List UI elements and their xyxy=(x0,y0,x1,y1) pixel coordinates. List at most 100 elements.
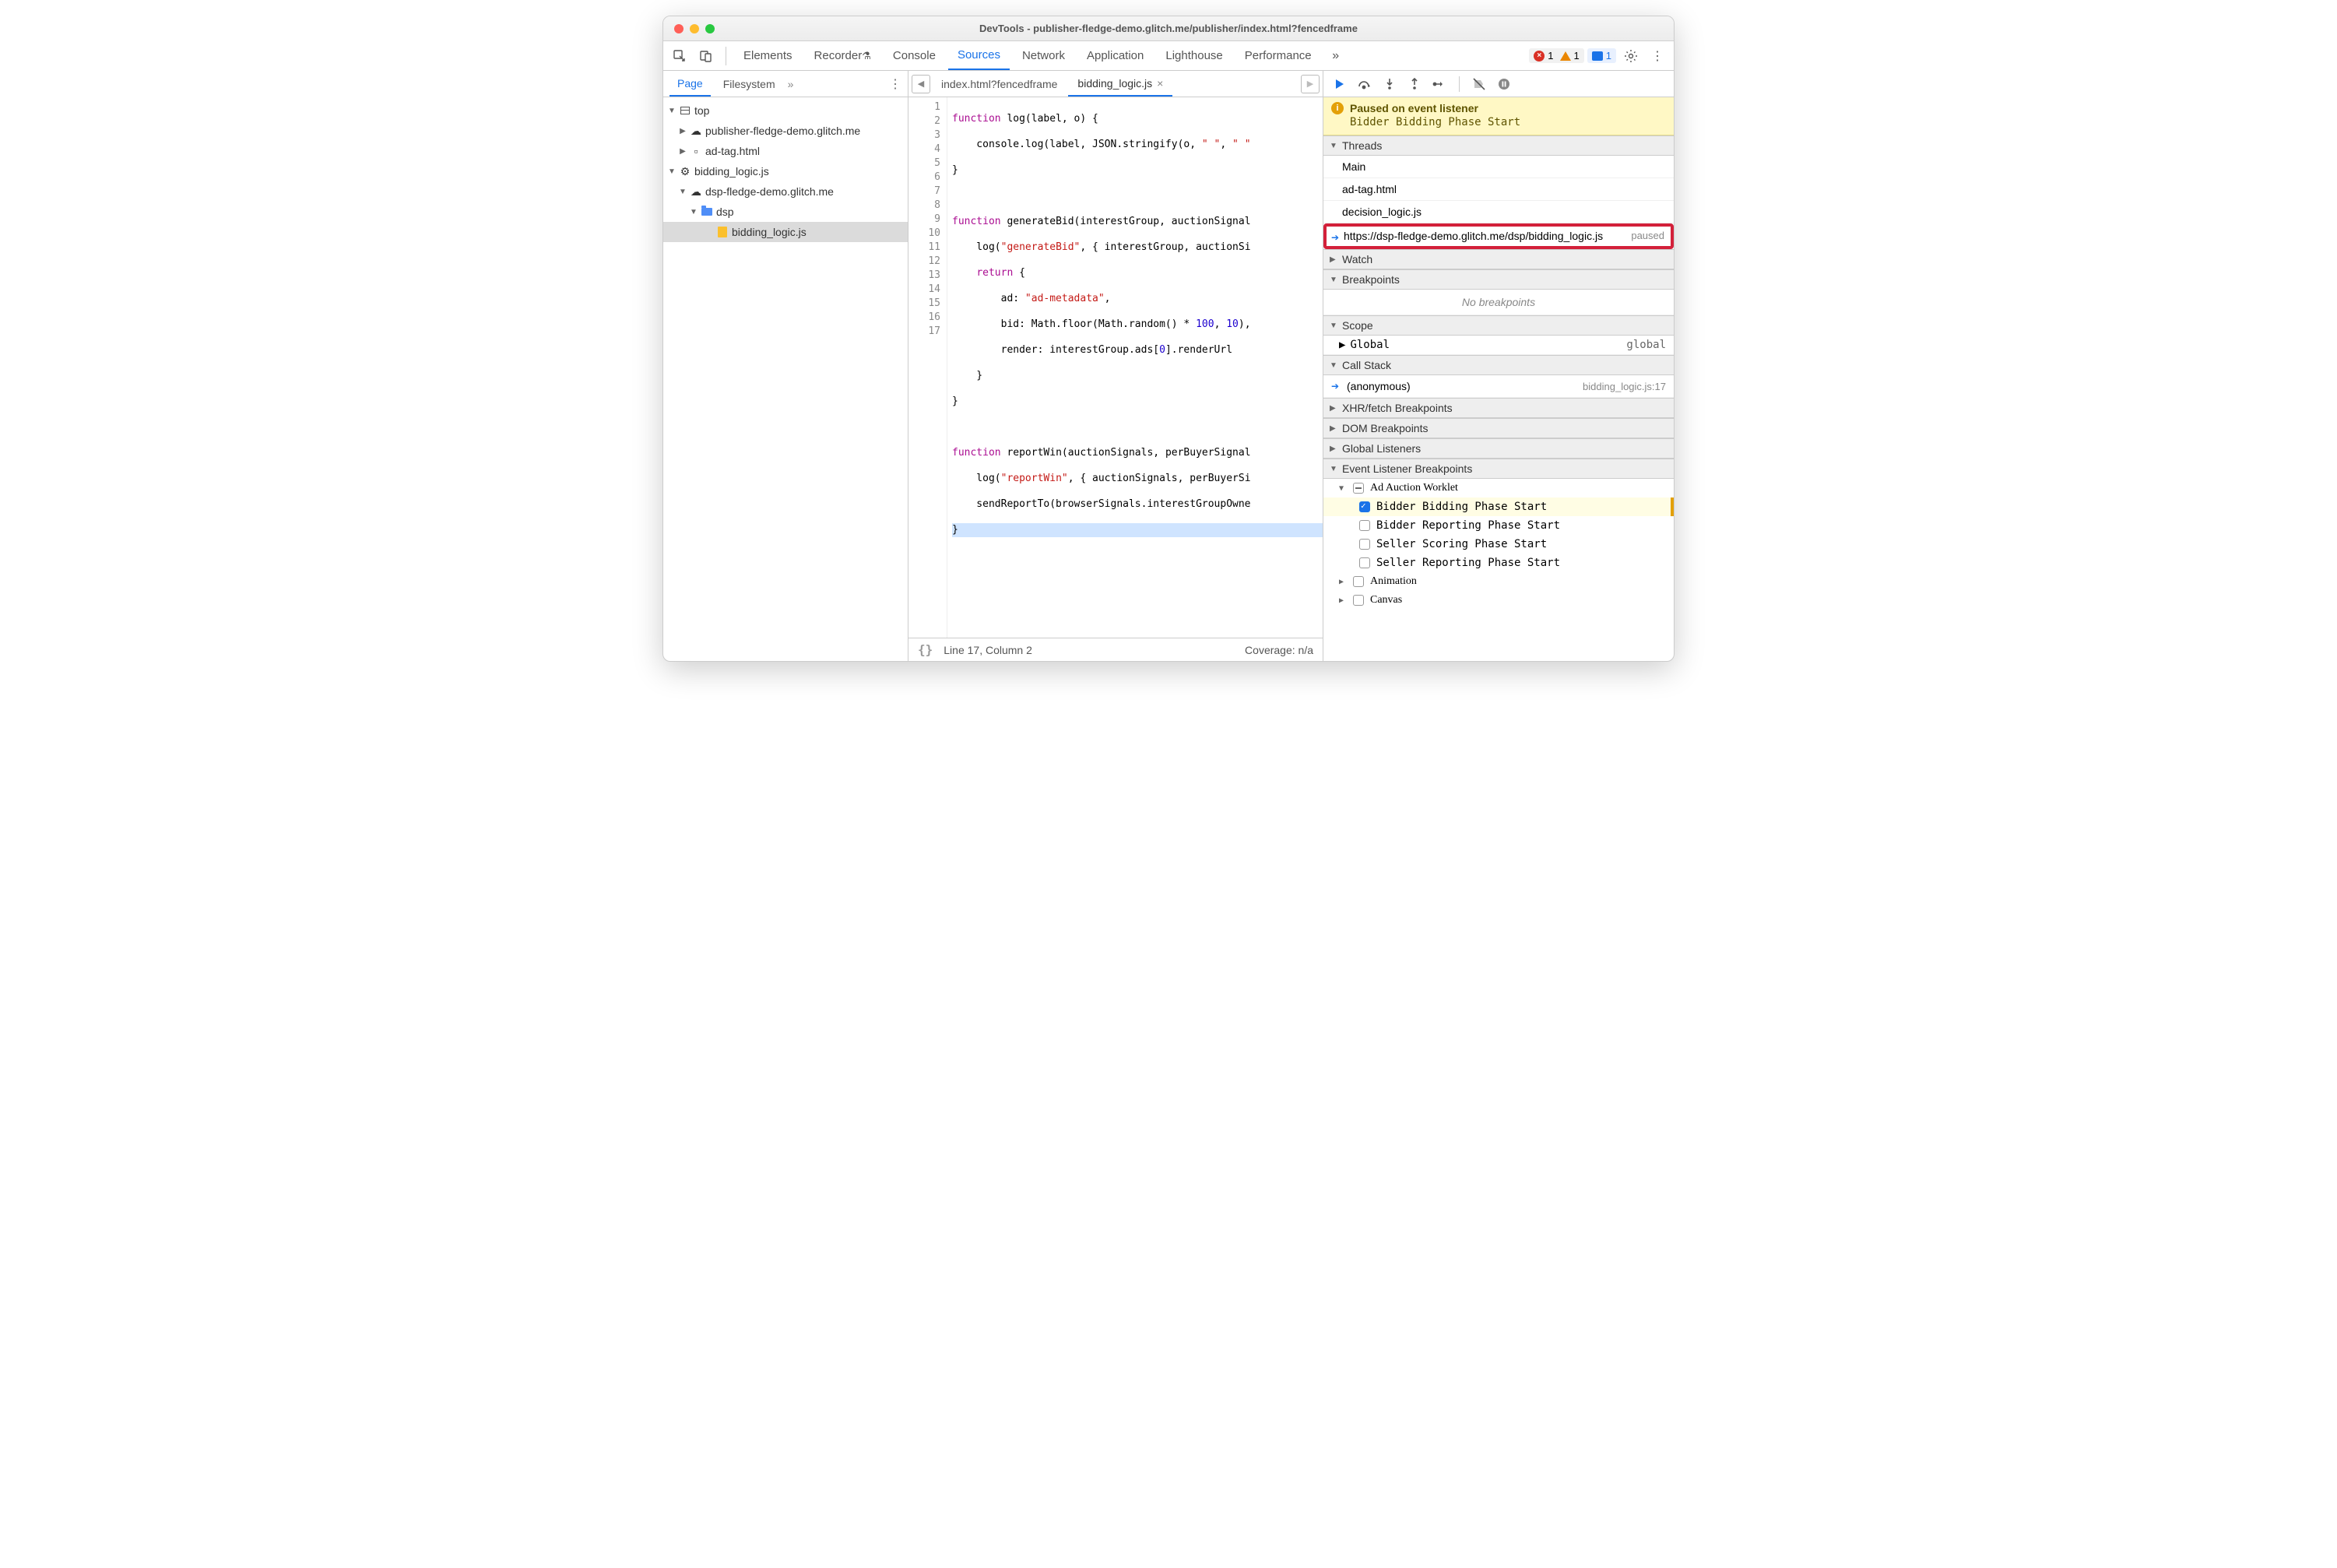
close-tab-icon[interactable]: × xyxy=(1157,77,1163,90)
tree-origin-dsp[interactable]: ▼☁dsp-fledge-demo.glitch.me xyxy=(663,181,908,202)
tab-console[interactable]: Console xyxy=(884,41,945,70)
paused-title: Paused on event listener xyxy=(1350,102,1478,114)
tree-origin-publisher[interactable]: ▶☁publisher-fledge-demo.glitch.me xyxy=(663,121,908,141)
thread-status: paused xyxy=(1631,230,1664,241)
warning-icon xyxy=(1560,51,1571,61)
tab-application[interactable]: Application xyxy=(1077,41,1153,70)
content: Page Filesystem » ⋮ ▼top ▶☁publisher-fle… xyxy=(663,71,1674,661)
evl-seller-reporting-start[interactable]: Seller Reporting Phase Start xyxy=(1323,554,1674,572)
main-tabstrip: Elements Recorder ⚗ Console Sources Netw… xyxy=(663,41,1674,71)
issues-badge[interactable]: 1 xyxy=(1587,48,1616,63)
debugger-toolbar xyxy=(1323,71,1674,97)
thread-main[interactable]: Main xyxy=(1323,156,1674,178)
more-sidebar-tabs-icon[interactable]: » xyxy=(788,78,794,90)
cloud-icon: ☁ xyxy=(690,185,702,199)
section-threads[interactable]: ▼Threads xyxy=(1323,135,1674,156)
thread-bidding-highlighted[interactable]: ➔ https://dsp-fledge-demo.glitch.me/dsp/… xyxy=(1325,225,1672,248)
sidebar-tab-filesystem[interactable]: Filesystem xyxy=(715,71,783,97)
code-content[interactable]: function log(label, o) { console.log(lab… xyxy=(947,97,1323,638)
editor-tab-index[interactable]: index.html?fencedframe xyxy=(932,71,1067,97)
paused-banner: i Paused on event listener Bidder Bidding… xyxy=(1323,97,1674,135)
evl-seller-scoring-start[interactable]: Seller Scoring Phase Start xyxy=(1323,535,1674,554)
error-badge[interactable]: ×1 1 xyxy=(1529,48,1583,63)
editor-tab-bidding[interactable]: bidding_logic.js× xyxy=(1068,71,1172,97)
resume-icon[interactable] xyxy=(1331,76,1348,93)
tab-performance[interactable]: Performance xyxy=(1235,41,1321,70)
section-global-listeners[interactable]: ▶Global Listeners xyxy=(1323,438,1674,459)
tab-network[interactable]: Network xyxy=(1013,41,1074,70)
callstack-fn: (anonymous) xyxy=(1347,380,1411,392)
cursor-position: Line 17, Column 2 xyxy=(944,644,1032,656)
section-xhr[interactable]: ▶XHR/fetch Breakpoints xyxy=(1323,398,1674,418)
js-file-icon xyxy=(718,227,727,237)
tree-top[interactable]: ▼top xyxy=(663,100,908,121)
sidebar-kebab-icon[interactable]: ⋮ xyxy=(889,76,901,92)
gears-icon: ⚙ xyxy=(679,165,691,178)
paused-detail: Bidder Bidding Phase Start xyxy=(1350,116,1666,128)
line-gutter: 1234567891011121314151617 xyxy=(908,97,947,638)
checkbox-icon[interactable] xyxy=(1353,595,1364,606)
current-thread-pointer-icon: ➔ xyxy=(1331,232,1339,243)
inspect-element-icon[interactable] xyxy=(668,44,691,68)
step-over-icon[interactable] xyxy=(1356,76,1373,93)
evl-group-canvas[interactable]: ▶Canvas xyxy=(1323,591,1674,610)
step-into-icon[interactable] xyxy=(1381,76,1398,93)
file-tree: ▼top ▶☁publisher-fledge-demo.glitch.me ▶… xyxy=(663,97,908,661)
tree-worklet[interactable]: ▼⚙bidding_logic.js xyxy=(663,161,908,181)
sidebar-tab-page[interactable]: Page xyxy=(669,71,711,97)
debugger-pane: i Paused on event listener Bidder Bidding… xyxy=(1323,71,1674,661)
tab-elements[interactable]: Elements xyxy=(734,41,802,70)
tree-file-adtag[interactable]: ▶▫ad-tag.html xyxy=(663,141,908,161)
checkbox-mixed-icon[interactable] xyxy=(1353,483,1364,494)
evl-group-adauction[interactable]: ▼Ad Auction Worklet xyxy=(1323,479,1674,497)
scope-global[interactable]: ▶Globalglobal xyxy=(1323,336,1674,355)
nav-back-icon[interactable]: ◀ xyxy=(912,75,930,93)
code-editor[interactable]: 1234567891011121314151617 function log(l… xyxy=(908,97,1323,638)
tab-recorder[interactable]: Recorder ⚗ xyxy=(805,41,880,70)
flask-icon: ⚗ xyxy=(862,50,871,62)
section-dom[interactable]: ▶DOM Breakpoints xyxy=(1323,418,1674,438)
window-title: DevTools - publisher-fledge-demo.glitch.… xyxy=(663,23,1674,34)
more-tabs-icon[interactable]: » xyxy=(1324,44,1348,68)
evl-group-animation[interactable]: ▶Animation xyxy=(1323,572,1674,591)
tab-sources[interactable]: Sources xyxy=(948,41,1010,70)
section-watch[interactable]: ▶Watch xyxy=(1323,249,1674,269)
pause-exceptions-icon[interactable] xyxy=(1495,76,1513,93)
section-callstack[interactable]: ▼Call Stack xyxy=(1323,355,1674,375)
section-scope[interactable]: ▼Scope xyxy=(1323,315,1674,336)
sidebar-tabs: Page Filesystem » ⋮ xyxy=(663,71,908,97)
evl-bidder-bidding-start[interactable]: Bidder Bidding Phase Start xyxy=(1323,497,1674,516)
pretty-print-icon[interactable]: {} xyxy=(918,642,933,657)
nav-forward-icon[interactable]: ▶ xyxy=(1301,75,1320,93)
settings-icon[interactable] xyxy=(1619,44,1643,68)
info-icon: i xyxy=(1331,102,1344,114)
checkbox-icon[interactable] xyxy=(1359,520,1370,531)
evl-bidder-reporting-start[interactable]: Bidder Reporting Phase Start xyxy=(1323,516,1674,535)
titlebar: DevTools - publisher-fledge-demo.glitch.… xyxy=(663,16,1674,41)
checkbox-icon[interactable] xyxy=(1359,539,1370,550)
tree-file-bidding[interactable]: bidding_logic.js xyxy=(663,222,908,242)
folder-icon xyxy=(701,208,712,216)
thread-label: https://dsp-fledge-demo.glitch.me/dsp/bi… xyxy=(1344,230,1603,242)
checkbox-checked-icon[interactable] xyxy=(1359,501,1370,512)
thread-adtag[interactable]: ad-tag.html xyxy=(1323,178,1674,201)
section-event-listener-bp[interactable]: ▼Event Listener Breakpoints xyxy=(1323,459,1674,479)
frame-icon xyxy=(680,107,690,114)
kebab-menu-icon[interactable]: ⋮ xyxy=(1646,44,1669,68)
checkbox-icon[interactable] xyxy=(1359,557,1370,568)
devtools-window: DevTools - publisher-fledge-demo.glitch.… xyxy=(662,16,1675,662)
device-toggle-icon[interactable] xyxy=(694,44,718,68)
thread-decision[interactable]: decision_logic.js xyxy=(1323,201,1674,223)
no-breakpoints-label: No breakpoints xyxy=(1323,290,1674,315)
deactivate-breakpoints-icon[interactable] xyxy=(1471,76,1488,93)
tab-lighthouse[interactable]: Lighthouse xyxy=(1156,41,1232,70)
editor-pane: ◀ index.html?fencedframe bidding_logic.j… xyxy=(908,71,1323,661)
section-breakpoints[interactable]: ▼Breakpoints xyxy=(1323,269,1674,290)
editor-statusbar: {} Line 17, Column 2 Coverage: n/a xyxy=(908,638,1323,661)
checkbox-icon[interactable] xyxy=(1353,576,1364,587)
step-out-icon[interactable] xyxy=(1406,76,1423,93)
current-frame-pointer-icon: ➔ xyxy=(1331,381,1341,392)
callstack-frame[interactable]: ➔ (anonymous) bidding_logic.js:17 xyxy=(1323,375,1674,398)
step-icon[interactable] xyxy=(1431,76,1448,93)
tree-folder-dsp[interactable]: ▼dsp xyxy=(663,202,908,222)
